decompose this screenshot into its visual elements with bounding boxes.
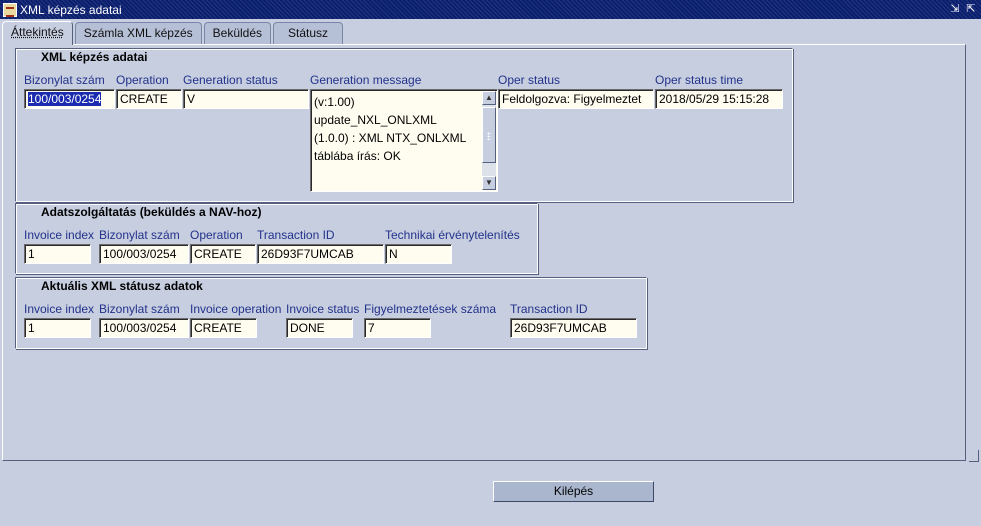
invoice-operation-field[interactable]: CREATE	[190, 318, 257, 338]
operation-value: CREATE	[120, 92, 168, 106]
oper-status-time-field[interactable]: 2018/05/29 15:15:28	[655, 89, 783, 109]
invoice-status-label: Invoice status	[286, 302, 360, 316]
invoice-status-field[interactable]: DONE	[286, 318, 353, 338]
scroll-up-icon[interactable]: ▲	[482, 91, 496, 105]
exit-button[interactable]: Kilépés	[493, 481, 654, 502]
tab-bekuldes[interactable]: Beküldés	[203, 22, 272, 44]
vertical-scrollbar[interactable]: ▲ ▼	[482, 91, 496, 190]
tab-label: Státusz	[288, 26, 329, 40]
invoice-operation-label: Invoice operation	[190, 302, 282, 316]
tab-label: Számla XML képzés	[83, 26, 193, 40]
adatszolgaltatas-group-title: Adatszolgáltatás (beküldés a NAV-hoz)	[39, 205, 264, 219]
xml-kepzes-group-title: XML képzés adatai	[39, 50, 150, 64]
oper-status-time-value: 2018/05/29 15:15:28	[659, 92, 770, 106]
oper-status-time-label: Oper status time	[655, 73, 744, 87]
tab-statusz[interactable]: Státusz	[273, 22, 344, 44]
window-title: XML képzés adatai	[20, 2, 122, 17]
figyelmeztetesek-szama-field[interactable]: 7	[364, 318, 431, 338]
transaction-id-label: Transaction ID	[257, 228, 335, 242]
bizonylat-szam-label: Bizonylat szám	[24, 73, 105, 87]
bizonylat-szam-label: Bizonylat szám	[99, 228, 180, 242]
tab-attekintes[interactable]: Áttekintés	[2, 21, 73, 45]
transaction-id-field[interactable]: 26D93F7UMCAB	[510, 318, 637, 338]
tab-label: Áttekintés	[11, 25, 64, 39]
operation-value: CREATE	[194, 247, 242, 261]
transaction-id-label: Transaction ID	[510, 302, 588, 316]
oper-status-value: Feldolgozva: Figyelmeztet	[502, 92, 642, 106]
operation-field[interactable]: CREATE	[190, 244, 256, 264]
figyelmeztetesek-szama-label: Figyelmeztetések száma	[364, 302, 497, 316]
app-icon	[3, 2, 17, 17]
transaction-id-value: 26D93F7UMCAB	[261, 247, 354, 261]
invoice-index-value: 1	[28, 321, 35, 335]
exit-button-label: Kilépés	[553, 484, 594, 498]
oper-status-label: Oper status	[498, 73, 561, 87]
tab-label: Beküldés	[212, 26, 263, 40]
bizonylat-szam-label: Bizonylat szám	[99, 302, 180, 316]
transaction-id-value: 26D93F7UMCAB	[514, 321, 607, 335]
operation-field[interactable]: CREATE	[116, 89, 182, 109]
generation-status-field[interactable]: V	[183, 89, 309, 109]
bizonylat-szam-field[interactable]: 100/003/0254	[99, 318, 189, 338]
aktualis-statusz-group-title: Aktuális XML státusz adatok	[39, 279, 205, 293]
transaction-id-field[interactable]: 26D93F7UMCAB	[257, 244, 384, 264]
technikai-ervenytelenites-label: Technikai érvénytelenítés	[385, 228, 520, 242]
invoice-index-field[interactable]: 1	[24, 318, 91, 338]
technikai-ervenytelenites-value: N	[389, 247, 398, 261]
oper-status-field[interactable]: Feldolgozva: Figyelmeztet	[498, 89, 654, 109]
invoice-operation-value: CREATE	[194, 321, 242, 335]
invoice-status-value: DONE	[290, 321, 325, 335]
bizonylat-szam-value: 100/003/0254	[103, 247, 177, 261]
tab-bar: Áttekintés Számla XML képzés Beküldés St…	[2, 21, 345, 45]
invoice-index-value: 1	[28, 247, 35, 261]
bizonylat-szam-field[interactable]: 100/003/0254	[99, 244, 189, 264]
bizonylat-szam-value: 100/003/0254	[103, 321, 177, 335]
scroll-down-icon[interactable]: ▼	[482, 176, 496, 190]
minimize-icon[interactable]: ⇲	[948, 2, 962, 16]
technikai-ervenytelenites-field[interactable]: N	[385, 244, 452, 264]
tab-szamla-xml-kepzes[interactable]: Számla XML képzés	[74, 22, 202, 44]
bizonylat-szam-value: 100/003/0254	[28, 92, 102, 106]
invoice-index-label: Invoice index	[24, 228, 95, 242]
bizonylat-szam-field[interactable]: 100/003/0254	[24, 89, 115, 109]
invoice-index-field[interactable]: 1	[24, 244, 91, 264]
generation-message-value: (v:1.00) update_NXL_ONLXML (1.0.0) : XML…	[314, 95, 467, 163]
scroll-thumb[interactable]	[482, 107, 496, 163]
title-bar: XML képzés adatai ⇲ ⇱	[0, 0, 981, 19]
resize-handle[interactable]	[969, 450, 979, 462]
restore-icon[interactable]: ⇱	[964, 2, 978, 16]
window-controls: ⇲ ⇱	[948, 2, 978, 16]
invoice-index-label: Invoice index	[24, 302, 95, 316]
grip-icon	[487, 132, 491, 140]
operation-label: Operation	[116, 73, 169, 87]
operation-label: Operation	[190, 228, 243, 242]
generation-status-value: V	[187, 92, 196, 106]
generation-message-textarea[interactable]: (v:1.00) update_NXL_ONLXML (1.0.0) : XML…	[310, 89, 498, 192]
figyelmeztetesek-szama-value: 7	[368, 321, 375, 335]
generation-status-label: Generation status	[183, 73, 278, 87]
generation-message-label: Generation message	[310, 73, 422, 87]
